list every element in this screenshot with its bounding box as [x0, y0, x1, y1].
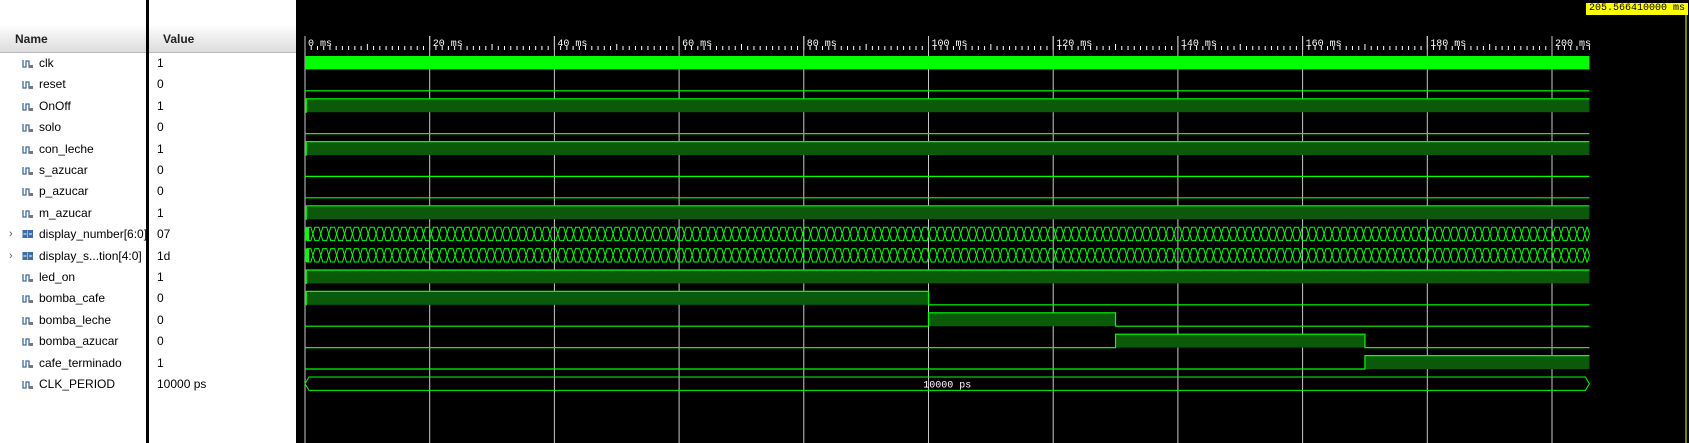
signal-name: clk	[39, 56, 54, 70]
value-row[interactable]: 0	[149, 159, 296, 182]
signal-value: 0	[157, 334, 164, 349]
signal-row[interactable]: CLK_PERIOD	[0, 373, 146, 396]
time-tick-label: 0 ms	[308, 39, 332, 50]
signal-value: 1	[157, 141, 164, 156]
bus-waveform	[304, 226, 1590, 242]
signal-name: CLK_PERIOD	[39, 377, 116, 391]
signal-name: display_s...tion[4:0]	[39, 248, 142, 263]
signal-waveform	[305, 333, 1590, 349]
signal-name: bomba_leche	[39, 312, 112, 327]
value-row[interactable]: 0	[149, 287, 296, 310]
high-level-fill	[306, 205, 1590, 220]
time-tick-label: 80 ms	[807, 39, 837, 50]
time-tick-label: 60 ms	[682, 39, 712, 50]
signal-value: 1	[157, 270, 164, 284]
bus-start-marker	[305, 227, 309, 241]
time-tick-label: 40 ms	[557, 39, 587, 50]
value-row[interactable]: 1	[149, 138, 296, 161]
signal-value: 07	[157, 227, 171, 242]
waveform-canvas[interactable]: 0 ms 20 ms 40 ms 60 ms 80 ms 100 ms 120 ms 140 …	[300, 0, 1689, 443]
signal-value: 1	[157, 355, 164, 370]
clock-waveform	[305, 56, 1590, 70]
bus-value-label: 10000 ps	[923, 381, 971, 392]
signal-row[interactable]: led_on	[0, 266, 146, 289]
signal-row[interactable]: con_leche	[0, 138, 146, 161]
time-tick-label: 120 ms	[1056, 39, 1092, 50]
signal-row[interactable]: p_azucar	[0, 180, 146, 203]
signal-value: 1d	[157, 248, 171, 263]
signal-row[interactable]: › display_s...tion[4:0]	[0, 245, 146, 268]
high-level-fill	[1364, 355, 1590, 369]
signal-name: led_on	[39, 270, 76, 284]
expand-chevron-icon[interactable]: ›	[9, 223, 13, 246]
value-row[interactable]: 0	[149, 330, 296, 353]
signal-name: bomba_cafe	[39, 291, 106, 306]
value-row[interactable]: 1	[149, 52, 296, 75]
signal-row[interactable]: › display_number[6:0]	[0, 223, 146, 246]
bus-waveform	[304, 248, 1590, 263]
signal-row[interactable]: cafe_terminado	[0, 352, 146, 375]
time-tick-label: 160 ms	[1306, 39, 1342, 50]
value-row[interactable]: 0	[149, 116, 296, 139]
signal-row[interactable]: clk	[0, 52, 146, 75]
signal-row[interactable]: m_azucar	[0, 202, 146, 225]
signal-value: 1	[157, 98, 164, 113]
signal-name: solo	[39, 120, 62, 135]
signal-row[interactable]: bomba_azucar	[0, 330, 146, 353]
signal-row[interactable]: OnOff	[0, 95, 146, 118]
signal-value: 0	[157, 312, 164, 327]
signal-name: bomba_azucar	[39, 334, 119, 349]
signal-name: con_leche	[39, 141, 94, 156]
signal-name: display_number[6:0]	[39, 227, 146, 242]
value-row[interactable]: 1	[149, 266, 296, 289]
signal-value: 0	[157, 77, 164, 92]
value-row[interactable]: 1	[149, 95, 296, 118]
time-tick-label: 200 ms	[1555, 39, 1591, 50]
signal-row[interactable]: bomba_cafe	[0, 287, 146, 310]
high-level-fill	[306, 270, 1590, 284]
signal-row[interactable]: s_azucar	[0, 159, 146, 182]
bus-start-marker	[305, 248, 309, 262]
signal-value: 1	[157, 205, 164, 220]
high-level-fill	[1115, 334, 1365, 348]
expand-chevron-icon[interactable]: ›	[9, 245, 13, 268]
signal-value: 0	[157, 120, 164, 135]
time-tick-label: 20 ms	[433, 39, 463, 50]
time-tick-label: 100 ms	[932, 39, 968, 50]
signal-value: 10000 ps	[157, 377, 207, 391]
signal-name: p_azucar	[39, 184, 89, 199]
signal-name: s_azucar	[39, 163, 88, 177]
high-level-fill	[928, 312, 1116, 327]
value-column-header[interactable]: Value	[149, 26, 296, 53]
high-level-fill	[306, 141, 1590, 155]
time-tick-label: 140 ms	[1181, 39, 1217, 50]
signal-name: cafe_terminado	[39, 355, 122, 370]
cursor-time-readout: 205.566410000 ms	[1585, 3, 1688, 15]
high-level-fill	[306, 291, 929, 305]
signal-value: 0	[157, 184, 164, 199]
signal-row[interactable]: bomba_leche	[0, 309, 146, 332]
value-column: Value 1 0 1 0 1 0 0 1 07 1d 1 0 0 0 1 10000 ps	[149, 0, 296, 443]
value-row[interactable]: 1	[149, 202, 296, 225]
signal-name: reset	[39, 77, 66, 92]
value-row[interactable]: 0	[149, 180, 296, 203]
name-column-header[interactable]: Name	[0, 26, 146, 53]
value-row[interactable]: 0	[149, 309, 296, 332]
value-row[interactable]: 1	[149, 352, 296, 375]
high-level-fill	[306, 98, 1590, 113]
value-row[interactable]: 0	[149, 73, 296, 96]
value-row[interactable]: 10000 ps	[149, 373, 296, 396]
signal-value: 0	[157, 291, 164, 306]
name-column: Name clk reset OnOff solo con_leche s_azucarp…	[0, 0, 146, 443]
signal-row[interactable]: solo	[0, 116, 146, 139]
signal-name: OnOff	[39, 98, 71, 113]
signal-name: m_azucar	[39, 205, 92, 220]
signal-value: 0	[157, 163, 164, 177]
value-row[interactable]: 07	[149, 223, 296, 246]
signal-row[interactable]: reset	[0, 73, 146, 96]
time-tick-label: 180 ms	[1430, 39, 1466, 50]
signal-value: 1	[157, 56, 164, 70]
value-row[interactable]: 1d	[149, 245, 296, 268]
